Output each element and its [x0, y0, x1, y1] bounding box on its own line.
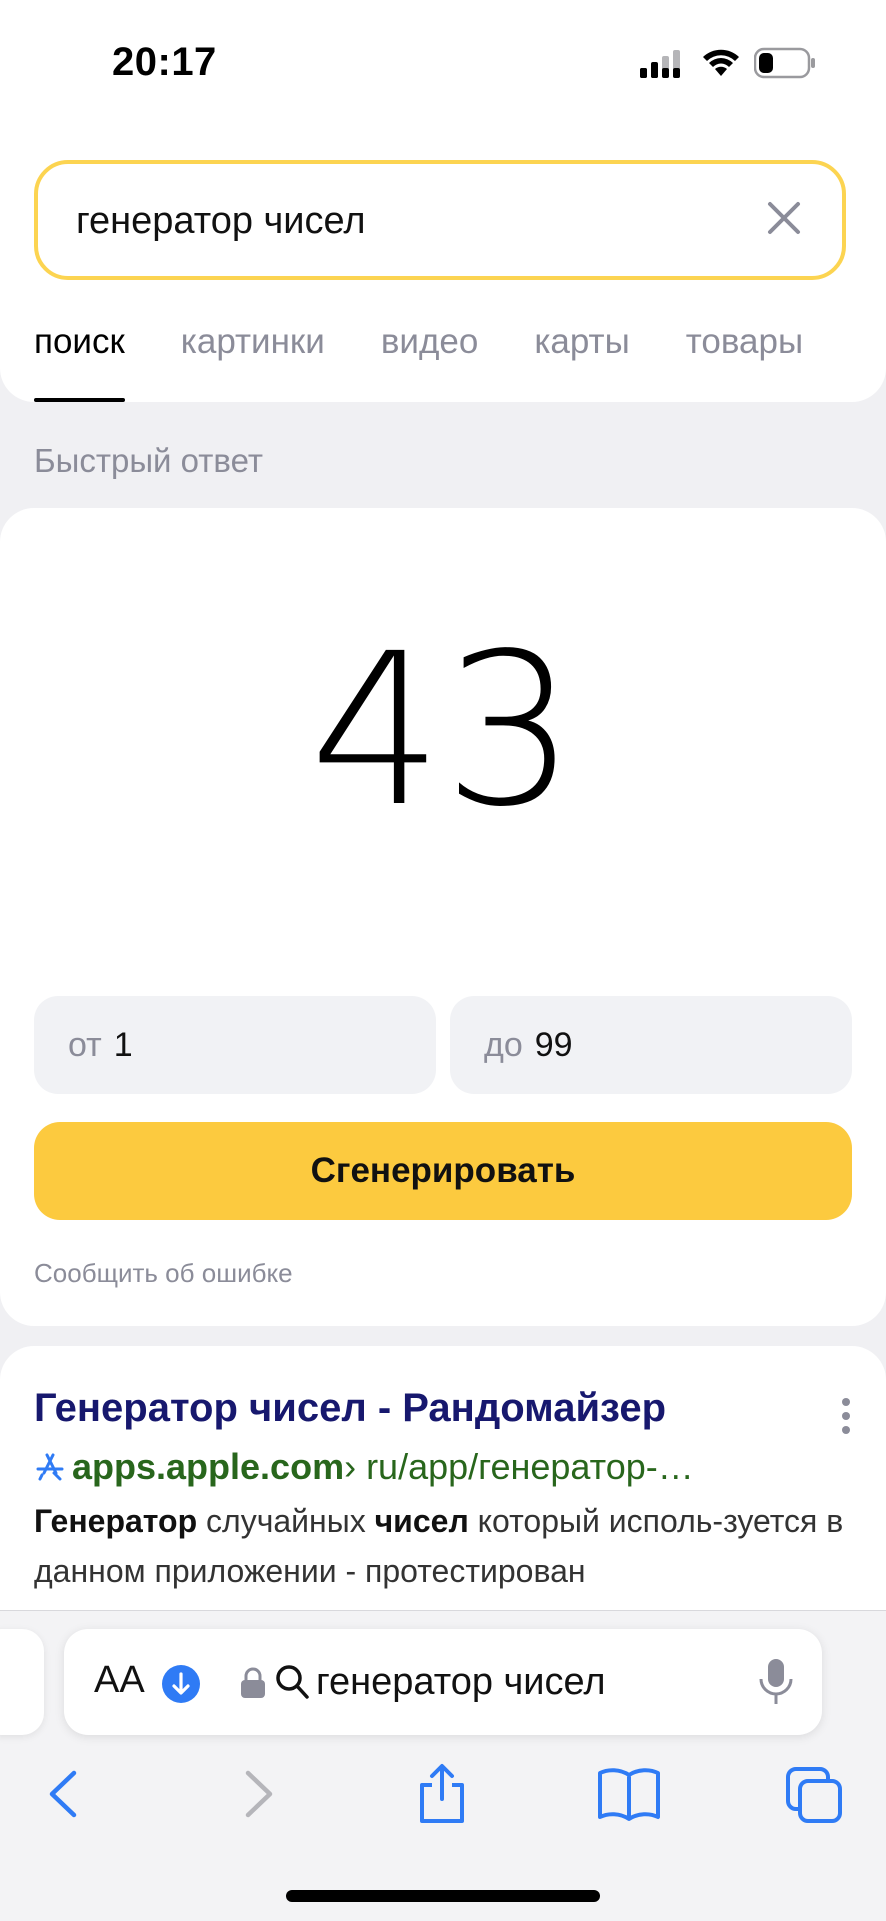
text-size-label: AA	[94, 1659, 145, 1701]
result-domain: apps.apple.com	[72, 1446, 345, 1487]
search-icon	[276, 1665, 309, 1699]
snippet-bold-2: чисел	[374, 1503, 469, 1539]
result-snippet: Генератор случайных чисел который исполь…	[34, 1496, 854, 1596]
result-title-link[interactable]: Генератор чисел - Рандомайзер	[34, 1386, 666, 1431]
bookmarks-icon[interactable]	[596, 1763, 662, 1825]
range-to-label: до	[484, 1025, 523, 1064]
previous-tab-peek[interactable]	[0, 1629, 44, 1735]
tab-maps[interactable]: карты	[534, 322, 629, 362]
text-size-button[interactable]: AA	[94, 1659, 145, 1702]
report-error-link[interactable]: Сообщить об ошибке	[34, 1258, 293, 1289]
download-icon[interactable]	[162, 1665, 200, 1703]
result-url[interactable]: apps.apple.com › ru/app/генератор-…	[34, 1446, 694, 1488]
app-store-icon	[36, 1453, 64, 1481]
tab-images[interactable]: картинки	[181, 322, 325, 362]
snippet-bold-1: Генератор	[34, 1503, 198, 1539]
random-number-card: 43 от 1 до 99 Сгенерировать Сообщить об …	[0, 508, 886, 1326]
status-icons	[640, 46, 816, 80]
battery-icon	[754, 47, 815, 79]
home-indicator	[286, 1890, 600, 1902]
more-options-icon[interactable]	[840, 1396, 852, 1436]
clear-search-icon[interactable]	[762, 196, 806, 240]
range-to-field[interactable]: до 99	[450, 996, 852, 1094]
tabs-icon[interactable]	[784, 1763, 844, 1825]
cellular-signal-icon	[640, 50, 680, 78]
share-icon[interactable]	[412, 1763, 472, 1825]
search-input[interactable]: генератор чисел	[76, 200, 366, 243]
status-time: 20:17	[112, 40, 217, 84]
address-text[interactable]: генератор чисел	[316, 1661, 606, 1704]
lock-icon	[241, 1667, 265, 1698]
range-from-label: от	[68, 1025, 102, 1064]
range-from-value[interactable]: 1	[114, 1026, 133, 1065]
range-to-value[interactable]: 99	[535, 1026, 573, 1065]
search-box[interactable]: генератор чисел	[34, 160, 846, 280]
range-from-field[interactable]: от 1	[34, 996, 436, 1094]
microphone-icon[interactable]	[756, 1657, 796, 1707]
header-card: 20:17 генератор чисел поиск картинки вид…	[0, 0, 886, 402]
wifi-icon	[703, 49, 739, 76]
safari-toolbar: AA генератор чисел	[0, 1610, 886, 1921]
quick-answer-heading: Быстрый ответ	[34, 442, 263, 479]
result-path: › ru/app/генератор-…	[344, 1446, 694, 1487]
snippet-text-1: случайных	[197, 1503, 375, 1539]
navigation-row	[0, 1763, 886, 1843]
generated-number: 43	[309, 608, 577, 853]
tab-products[interactable]: товары	[686, 322, 803, 362]
address-bar[interactable]: AA генератор чисел	[64, 1629, 822, 1735]
search-tabs: поиск картинки видео карты товары	[34, 322, 859, 402]
tab-search[interactable]: поиск	[34, 322, 125, 402]
back-icon[interactable]	[36, 1763, 96, 1825]
forward-icon[interactable]	[226, 1763, 286, 1825]
generate-button[interactable]: Сгенерировать	[34, 1122, 852, 1220]
tab-video[interactable]: видео	[381, 322, 479, 362]
